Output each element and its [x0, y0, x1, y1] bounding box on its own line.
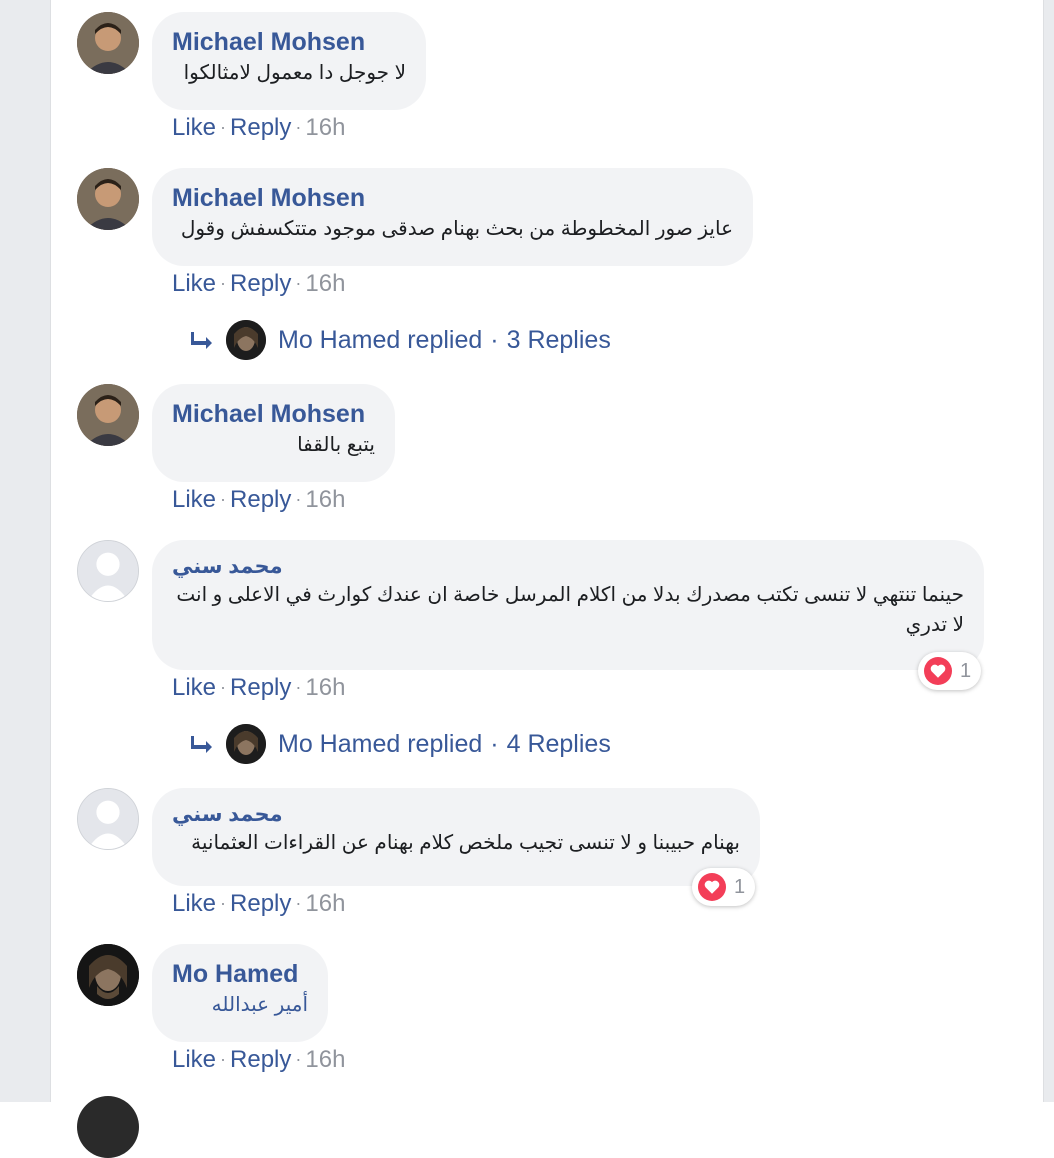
comment-actions: Like · Reply · 16h	[172, 486, 346, 513]
comment-author[interactable]: Michael Mohsen	[172, 398, 375, 430]
avatar[interactable]	[77, 540, 139, 602]
avatar[interactable]	[77, 168, 139, 230]
view-replies[interactable]: Mo Hamed replied · 3 Replies	[190, 320, 611, 360]
reaction-badge[interactable]: 1	[692, 868, 756, 906]
timestamp[interactable]: 16h	[305, 270, 345, 297]
reply-link[interactable]: Reply	[230, 114, 291, 141]
view-replies[interactable]: Mo Hamed replied · 4 Replies	[190, 724, 611, 764]
reaction-count: 1	[734, 875, 746, 898]
timestamp[interactable]: 16h	[305, 890, 345, 917]
replier-avatar	[226, 320, 266, 360]
comment-actions: Like · Reply · 16h	[172, 114, 346, 141]
comment-actions: Like · Reply · 16h	[172, 674, 346, 701]
comment-author[interactable]: Michael Mohsen	[172, 26, 406, 58]
comment-author[interactable]: Michael Mohsen	[172, 182, 733, 214]
reply-arrow-icon	[191, 736, 212, 753]
comment-text[interactable]: أمير عبدالله	[172, 990, 308, 1020]
left-sidebar-rail	[0, 0, 51, 1102]
comment-bubble: محمد سني بهنام حبيبنا و لا تنسى تجيب ملخ…	[152, 788, 760, 886]
comment-bubble: Michael Mohsen لا جوجل دا معمول لامثالكو…	[152, 12, 426, 110]
like-link[interactable]: Like	[172, 1046, 216, 1073]
comment-text: حينما تنتهي لا تنسى تكتب مصدرك بدلا من ا…	[176, 584, 964, 636]
timestamp[interactable]: 16h	[305, 486, 345, 513]
replier-avatar	[226, 724, 266, 764]
replier-name[interactable]: Mo Hamed replied	[278, 730, 482, 759]
like-link[interactable]: Like	[172, 270, 216, 297]
comment-text: بهنام حبيبنا و لا تنسى تجيب ملخص كلام به…	[191, 832, 740, 854]
like-link[interactable]: Like	[172, 114, 216, 141]
comment-bubble: Mo Hamed أمير عبدالله	[152, 944, 328, 1042]
comment-actions: Like · Reply · 16h	[172, 1046, 346, 1073]
comment-actions: Like · Reply · 16h	[172, 270, 346, 297]
heart-icon	[698, 873, 726, 901]
replier-name[interactable]: Mo Hamed replied	[278, 326, 482, 355]
avatar[interactable]	[77, 12, 139, 74]
reply-link[interactable]: Reply	[230, 486, 291, 513]
timestamp[interactable]: 16h	[305, 674, 345, 701]
timestamp[interactable]: 16h	[305, 1046, 345, 1073]
comment-bubble: Michael Mohsen يتبع بالقفا	[152, 384, 395, 482]
comment-actions: Like · Reply · 16h	[172, 890, 346, 917]
avatar[interactable]	[77, 1096, 139, 1158]
reply-link[interactable]: Reply	[230, 890, 291, 917]
like-link[interactable]: Like	[172, 486, 216, 513]
like-link[interactable]: Like	[172, 890, 216, 917]
reaction-badge[interactable]: 1	[918, 652, 982, 690]
reply-link[interactable]: Reply	[230, 674, 291, 701]
comment-text: لا جوجل دا معمول لامثالكوا	[183, 62, 406, 84]
comment-author[interactable]: محمد سني	[172, 802, 740, 828]
reply-arrow-icon	[191, 332, 212, 349]
comment-text: يتبع بالقفا	[297, 434, 375, 456]
comment-bubble: محمد سني حينما تنتهي لا تنسى تكتب مصدرك …	[152, 540, 984, 670]
timestamp[interactable]: 16h	[305, 114, 345, 141]
reply-count[interactable]: 3 Replies	[507, 326, 611, 355]
comment-text: عايز صور المخطوطة من بحث بهنام صدقى موجو…	[180, 218, 733, 240]
comment-author[interactable]: Mo Hamed	[172, 958, 308, 990]
avatar[interactable]	[77, 944, 139, 1006]
reply-link[interactable]: Reply	[230, 1046, 291, 1073]
like-link[interactable]: Like	[172, 674, 216, 701]
reply-link[interactable]: Reply	[230, 270, 291, 297]
comment-bubble: Michael Mohsen عايز صور المخطوطة من بحث …	[152, 168, 753, 266]
heart-icon	[924, 657, 952, 685]
avatar[interactable]	[77, 788, 139, 850]
comment-author[interactable]: محمد سني	[172, 554, 964, 580]
reply-count[interactable]: 4 Replies	[507, 730, 611, 759]
right-scroll-rail[interactable]	[1043, 0, 1054, 1102]
avatar[interactable]	[77, 384, 139, 446]
reaction-count: 1	[960, 659, 972, 682]
